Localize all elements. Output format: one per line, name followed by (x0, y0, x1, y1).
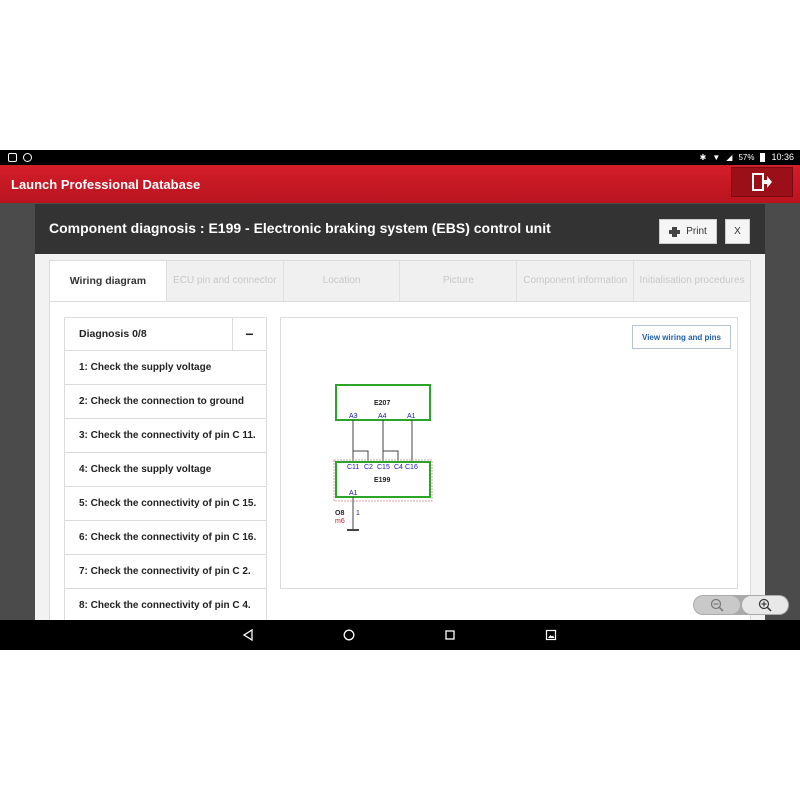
battery-icon (760, 152, 766, 162)
recents-icon (445, 630, 455, 640)
component-e199-label: E199 (374, 477, 390, 484)
battery-level: 57% (738, 152, 755, 162)
app-bar: Launch Professional Database (0, 165, 800, 203)
view-wiring-and-pins-button[interactable]: View wiring and pins (632, 325, 731, 349)
recents-button[interactable] (442, 627, 458, 643)
tab-initialisation-procedures[interactable]: Initialisation procedures (634, 261, 750, 301)
exit-button[interactable] (731, 167, 793, 197)
gallery-icon (8, 153, 17, 162)
zoom-out-button[interactable] (694, 596, 740, 614)
pin-label: C15 (377, 464, 390, 471)
back-icon (242, 629, 253, 641)
zoom-control (693, 595, 789, 615)
clock: 10:36 (771, 152, 794, 162)
ground-wire-number: 1 (356, 510, 360, 517)
home-icon (343, 629, 355, 641)
modal-header: Component diagnosis : E199 - Electronic … (35, 204, 765, 254)
pin-label: A1 (349, 490, 358, 497)
diagnosis-step[interactable]: 3: Check the connectivity of pin C 11. (64, 419, 267, 453)
tab-picture[interactable]: Picture (400, 261, 518, 301)
wiring-diagram-panel: View wiring and pins E207 A3 A4 A1 C11 C… (280, 317, 738, 589)
component-e207-label: E207 (374, 400, 390, 407)
diagnosis-panel: Diagnosis 0/8 − 1: Check the supply volt… (64, 317, 267, 627)
pin-label: A1 (407, 413, 416, 420)
pin-label: C2 (364, 464, 373, 471)
screenshot-button[interactable] (543, 627, 559, 643)
pin-label: A4 (378, 413, 387, 420)
ground-sub-label: m6 (335, 518, 345, 525)
diagnosis-step[interactable]: 8: Check the connectivity of pin C 4. (64, 589, 267, 623)
diagnosis-header[interactable]: Diagnosis 0/8 − (64, 317, 267, 351)
back-button[interactable] (240, 627, 256, 643)
tab-component-information[interactable]: Component information (517, 261, 635, 301)
zoom-in-icon (758, 598, 772, 612)
navigation-bar (0, 620, 800, 650)
diagnosis-step[interactable]: 6: Check the connectivity of pin C 16. (64, 521, 267, 555)
tab-bar: Wiring diagram ECU pin and connector Loc… (49, 260, 751, 302)
tab-location[interactable]: Location (284, 261, 401, 301)
pin-label: C16 (405, 464, 418, 471)
diagnosis-step[interactable]: 1: Check the supply voltage (64, 351, 267, 385)
diagnosis-step[interactable]: 7: Check the connectivity of pin C 2. (64, 555, 267, 589)
modal-title: Component diagnosis : E199 - Electronic … (49, 220, 551, 236)
print-label: Print (686, 226, 707, 237)
launch-icon (23, 153, 32, 162)
zoom-in-button[interactable] (742, 596, 788, 614)
close-button[interactable]: X (725, 219, 750, 244)
pin-label: A3 (349, 413, 358, 420)
diagnosis-step[interactable]: 5: Check the connectivity of pin C 15. (64, 487, 267, 521)
bluetooth-icon: ✱ (699, 152, 707, 162)
home-button[interactable] (341, 627, 357, 643)
tab-content: Diagnosis 0/8 − 1: Check the supply volt… (49, 302, 751, 623)
app-title: Launch Professional Database (11, 177, 201, 192)
collapse-button[interactable]: − (232, 318, 266, 350)
wires (352, 420, 413, 463)
zoom-out-icon (710, 598, 724, 612)
wifi-icon: ▼ (712, 152, 721, 162)
wiring-diagram[interactable]: E207 A3 A4 A1 C11 C2 C15 C4 C16 E199 A1 … (331, 378, 531, 548)
tab-wiring-diagram[interactable]: Wiring diagram (50, 261, 167, 301)
diagnosis-title: Diagnosis 0/8 (79, 328, 147, 340)
tablet-screen: ✱ ▼ ◢ 57% 10:36 Launch Professional Data… (0, 150, 800, 650)
diagnosis-step[interactable]: 4: Check the supply voltage (64, 453, 267, 487)
pin-label: C4 (394, 464, 403, 471)
print-icon (669, 226, 681, 237)
exit-icon (752, 173, 772, 191)
print-button[interactable]: Print (659, 219, 717, 244)
component-diagnosis-modal: Component diagnosis : E199 - Electronic … (35, 204, 765, 623)
ground-label: O8 (335, 510, 344, 517)
diagnosis-step[interactable]: 2: Check the connection to ground (64, 385, 267, 419)
tab-ecu-pin-and-connector[interactable]: ECU pin and connector (167, 261, 284, 301)
signal-icon: ◢ (726, 152, 733, 162)
status-bar: ✱ ▼ ◢ 57% 10:36 (0, 150, 800, 165)
pin-label: C11 (347, 464, 359, 471)
screenshot-icon (545, 629, 557, 641)
